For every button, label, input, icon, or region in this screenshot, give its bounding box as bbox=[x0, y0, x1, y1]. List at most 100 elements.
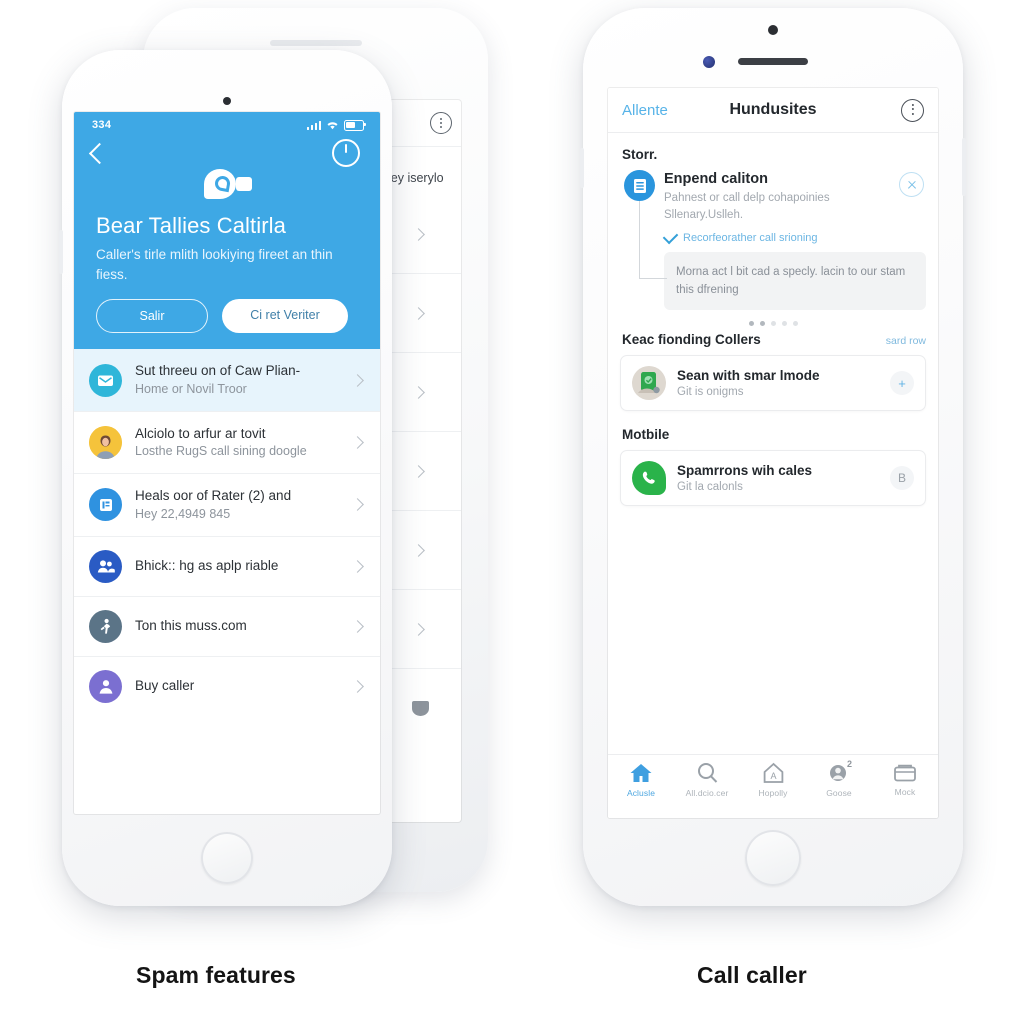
right-phone-content: Storr. Enpend caliton Pahnest or call de… bbox=[608, 133, 938, 507]
section-recent-link[interactable]: sard row bbox=[886, 335, 926, 347]
page-subtitle: Caller's tirle mlith lookiying fireet an… bbox=[96, 247, 333, 282]
status-time: 334 bbox=[92, 119, 112, 131]
list-document-icon bbox=[624, 170, 655, 201]
chat-bubble-logo-icon bbox=[200, 169, 254, 203]
runner-icon bbox=[89, 609, 122, 643]
tab-wallet-label: Mock bbox=[894, 787, 916, 797]
mail-envelope-icon bbox=[89, 363, 122, 397]
right-phone-chassis: Allente Hundusites Storr. Enpend caliton… bbox=[580, 8, 966, 906]
list-item-subtitle: Hey 22,4949 845 bbox=[135, 506, 231, 521]
spam-hero-panel: 334 Bear Tallies Caltirla Caller's tirle… bbox=[74, 112, 380, 350]
right-phone-screen: Allente Hundusites Storr. Enpend caliton… bbox=[608, 88, 938, 818]
chevron-right-icon bbox=[351, 679, 364, 693]
mobile-card-action[interactable]: B bbox=[890, 466, 914, 491]
list-item[interactable]: Ton this muss.com bbox=[74, 596, 380, 657]
list-item[interactable]: Alciolo to arfur ar tovit Losthe RugS ca… bbox=[74, 411, 380, 475]
navbar: Allente Hundusites bbox=[608, 88, 938, 133]
tab-home[interactable]: Aclusle bbox=[608, 762, 674, 798]
tab-wallet[interactable]: Mock bbox=[872, 762, 938, 797]
document-icon bbox=[89, 488, 122, 522]
shield-icon bbox=[412, 700, 429, 716]
home-icon bbox=[630, 764, 652, 782]
spam-feature-list: Sut threeu on of Caw Plian- Home or Novi… bbox=[74, 349, 380, 716]
section-mobile-title: Motbile bbox=[622, 427, 670, 443]
left-phone-home-button[interactable] bbox=[201, 832, 253, 884]
recent-caller-card[interactable]: Sean with smar lmode Git is onigms + bbox=[620, 355, 926, 412]
right-phone-side-button bbox=[580, 148, 584, 188]
power-icon[interactable] bbox=[332, 139, 360, 167]
tab-search[interactable]: All.dcio.cer bbox=[674, 762, 740, 798]
plus-icon[interactable]: + bbox=[890, 371, 914, 396]
salir-button[interactable]: Salir bbox=[96, 299, 208, 334]
right-phone-home-button[interactable] bbox=[745, 830, 801, 886]
bottom-tab-bar: Aclusle All.dcio.cer A Hopolly 2 Goose M… bbox=[608, 754, 938, 818]
tab-search-label: All.dcio.cer bbox=[685, 788, 729, 798]
list-item-title: Alciolo to arfur ar tovit bbox=[135, 425, 266, 441]
right-phone-sensor-icon bbox=[703, 56, 715, 68]
list-item-subtitle: Home or Novil Troor bbox=[135, 381, 247, 396]
list-item-title: Ton this muss.com bbox=[135, 618, 247, 634]
battery-icon bbox=[344, 119, 366, 131]
mobile-spam-subtitle: Git la calonls bbox=[677, 481, 743, 494]
tab-house-label: Hopolly bbox=[758, 788, 788, 798]
more-options-icon[interactable] bbox=[901, 98, 924, 122]
list-item[interactable]: Heals oor of Rater (2) and Hey 22,4949 8… bbox=[74, 474, 380, 537]
tip-title: Enpend caliton bbox=[664, 171, 768, 187]
more-options-icon[interactable] bbox=[430, 112, 452, 134]
tab-contacts-label: Goose bbox=[826, 788, 852, 798]
back-phone-speaker-icon bbox=[269, 40, 362, 46]
navbar-left-action[interactable]: Allente bbox=[622, 102, 668, 119]
whatsapp-phone-icon bbox=[632, 461, 666, 496]
tab-house[interactable]: A Hopolly bbox=[740, 762, 806, 798]
right-caption: Call caller bbox=[697, 962, 807, 988]
back-chevron-icon[interactable] bbox=[88, 142, 111, 164]
app-logo bbox=[74, 169, 380, 203]
tip-subtitle: Pahnest or call delp cohapoinies Sllenar… bbox=[664, 192, 830, 222]
left-phone-front-camera-icon bbox=[223, 97, 231, 105]
list-item[interactable]: Sut threeu on of Caw Plian- Home or Novi… bbox=[74, 349, 380, 412]
tab-contacts[interactable]: 2 Goose bbox=[806, 759, 872, 798]
section-recent-header: Keac fionding Collers sard row bbox=[622, 332, 926, 347]
list-item-title: Bhick:: hg as aplp riable bbox=[135, 558, 279, 574]
chevron-right-icon bbox=[412, 385, 425, 399]
right-phone-front-camera-icon bbox=[768, 25, 778, 35]
tab-home-label: Aclusle bbox=[626, 788, 656, 798]
close-circle-icon[interactable] bbox=[899, 172, 924, 197]
list-item-title: Heals oor of Rater (2) and bbox=[135, 488, 292, 504]
left-phone-chassis: 334 Bear Tallies Caltirla Caller's tirle… bbox=[59, 50, 392, 906]
status-bar: 334 bbox=[74, 112, 380, 133]
list-item-subtitle: Losthe RugS call sining doogle bbox=[135, 444, 307, 459]
mobile-spam-title: Spamrrons wih cales bbox=[677, 463, 813, 479]
chevron-right-icon bbox=[351, 373, 364, 387]
left-caption: Spam features bbox=[136, 962, 296, 988]
recent-caller-title: Sean with smar lmode bbox=[677, 368, 820, 384]
mobile-spam-card[interactable]: Spamrrons wih cales Git la calonls B bbox=[620, 450, 926, 507]
tip-bubble-text: Morna act l bit cad a specly. lacin to o… bbox=[664, 251, 926, 311]
list-item-title: Sut threeu on of Caw Plian- bbox=[135, 363, 301, 379]
chevron-right-icon bbox=[412, 464, 425, 478]
page-title: Bear Tallies Caltirla bbox=[96, 213, 286, 238]
screenshot-stage: ley iserylo 334 Bear Tallies Caltirla Ca… bbox=[0, 0, 1024, 1024]
list-item[interactable]: Buy caller bbox=[74, 656, 380, 716]
carousel-dots[interactable] bbox=[620, 321, 926, 327]
green-app-photo-icon bbox=[632, 366, 666, 401]
chevron-right-icon bbox=[412, 227, 425, 241]
chevron-right-icon bbox=[412, 543, 425, 557]
list-item-title: Buy caller bbox=[135, 678, 195, 694]
house-a-icon: A bbox=[763, 762, 783, 783]
chevron-right-icon bbox=[351, 559, 364, 573]
tip-check-row[interactable]: Recorfeorather call srioning bbox=[662, 228, 926, 244]
tab-contacts-badge: 2 bbox=[846, 759, 852, 769]
list-item[interactable]: Bhick:: hg as aplp riable bbox=[74, 536, 380, 597]
recent-caller-subtitle: Git is onigms bbox=[677, 386, 744, 399]
tip-connector-line bbox=[639, 201, 676, 279]
cellular-bars-icon bbox=[306, 120, 321, 130]
verify-button[interactable]: Ci ret Veriter bbox=[222, 299, 348, 334]
people-group-icon bbox=[89, 549, 122, 583]
left-phone-side-button bbox=[59, 230, 63, 274]
hero-actions: Salir Ci ret Veriter bbox=[74, 284, 380, 334]
section-start-title: Storr. bbox=[622, 147, 658, 162]
chevron-right-icon bbox=[412, 622, 425, 636]
right-phone-volume-button bbox=[962, 138, 966, 196]
chevron-right-icon bbox=[412, 306, 425, 320]
